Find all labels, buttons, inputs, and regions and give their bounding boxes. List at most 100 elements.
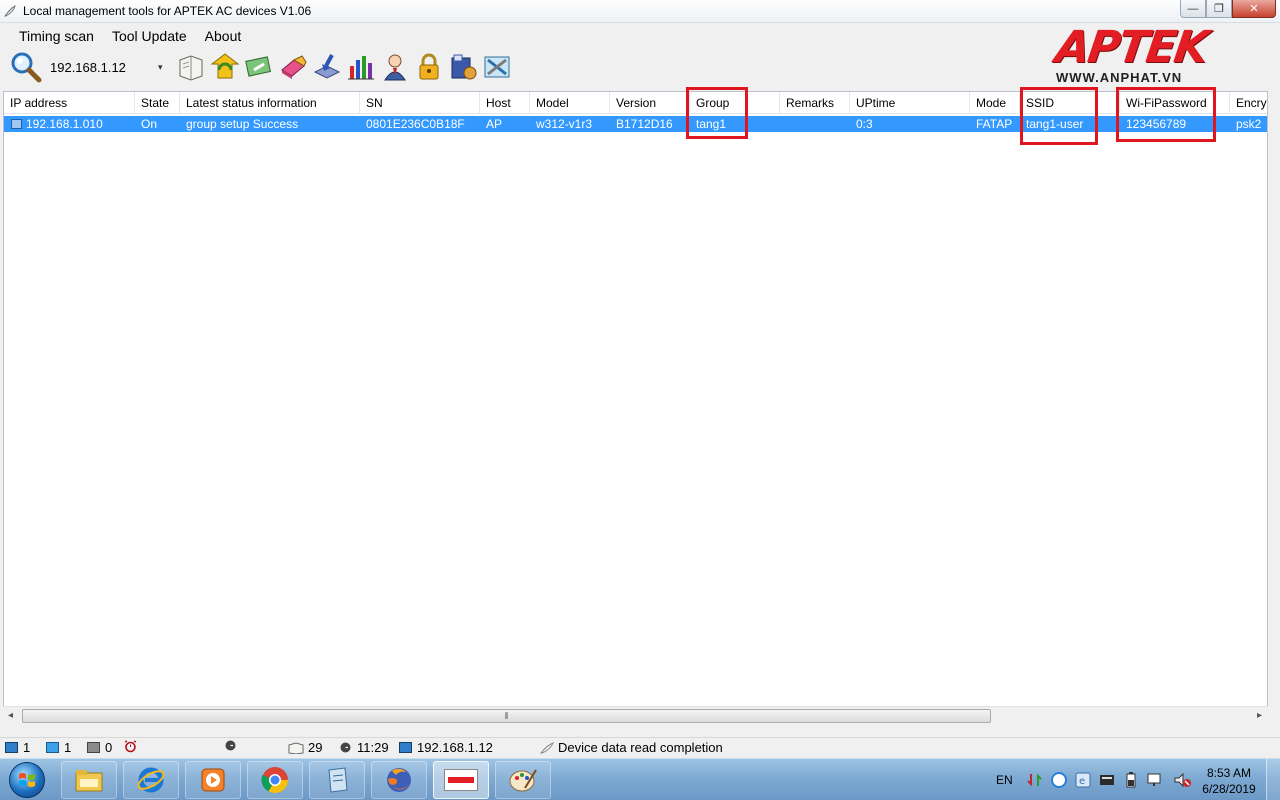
feather-icon (540, 741, 554, 753)
app-e-icon[interactable]: e (1075, 772, 1091, 788)
title-bar: Local management tools for APTEK AC devi… (0, 0, 1280, 23)
clock-date: 6/28/2019 (1202, 782, 1256, 796)
logo-url: WWW.ANPHAT.VN (1056, 70, 1183, 85)
alarm-clock-icon (124, 740, 137, 753)
network-icon[interactable] (1147, 772, 1165, 788)
taskbar: EN e 8:53 AM 6/28/2019 (0, 758, 1280, 800)
cell-host: AP (486, 117, 503, 131)
aptek-app-icon (444, 769, 478, 791)
lock-icon (419, 53, 439, 80)
cell-uptime: 0:3 (856, 117, 873, 131)
device-settings-button[interactable] (446, 50, 480, 84)
paint-icon (509, 769, 537, 792)
col-latest-status[interactable]: Latest status information (180, 92, 360, 114)
network-arrows-icon[interactable] (1027, 772, 1043, 788)
status-count: 29 (308, 740, 323, 755)
menu-bar: Timing scan Tool Update About (0, 24, 250, 48)
chat-icon[interactable] (1051, 772, 1067, 788)
firefox-icon (387, 768, 411, 792)
menu-about[interactable]: About (196, 28, 251, 44)
erase-button[interactable] (276, 50, 310, 84)
toolbar: 192.168.1.12 ▾ (8, 49, 514, 85)
timer-icon (225, 740, 236, 751)
taskbar-aptek-tool[interactable] (433, 761, 489, 799)
monitor-icon (399, 742, 412, 753)
col-state[interactable]: State (135, 92, 180, 114)
minimize-button[interactable]: — (1180, 0, 1206, 18)
install-icon (313, 54, 341, 79)
col-uptime[interactable]: UPtime (850, 92, 970, 114)
device-table[interactable]: IP address State Latest status informati… (3, 91, 1268, 724)
col-sn[interactable]: SN (360, 92, 480, 114)
col-remarks[interactable]: Remarks (780, 92, 850, 114)
cell-latest-status: group setup Success (186, 117, 299, 131)
search-icon[interactable] (8, 50, 42, 84)
taskbar-media-player[interactable] (185, 761, 241, 799)
battery-icon[interactable] (1123, 772, 1139, 788)
scroll-right-icon[interactable]: ▸ (1257, 710, 1262, 721)
col-encryption[interactable]: Encry (1230, 92, 1267, 114)
start-button[interactable] (2, 760, 52, 800)
taskbar-chrome[interactable] (247, 761, 303, 799)
taskbar-app[interactable] (309, 761, 365, 799)
clock-icon (340, 742, 351, 753)
notebook-icon (179, 55, 203, 81)
cell-remarks (780, 116, 850, 132)
chevron-down-icon[interactable]: ▾ (158, 62, 163, 73)
transfer-button[interactable] (242, 50, 276, 84)
user-button[interactable] (378, 50, 412, 84)
col-model[interactable]: Model (530, 92, 610, 114)
refresh-icon (210, 53, 240, 79)
language-indicator[interactable]: EN (996, 759, 1013, 800)
device-settings-icon (451, 54, 477, 80)
status-device-count: 1 (64, 740, 72, 755)
keyboard-icon[interactable] (1099, 772, 1115, 788)
scroll-thumb[interactable]: ⦀ (22, 709, 991, 723)
logo-mark: APTEK (1052, 22, 1211, 73)
device-monitor-icon (46, 742, 59, 753)
cell-version: B1712D16 (616, 117, 673, 131)
close-button[interactable]: ✕ (1232, 0, 1276, 18)
upgrade-button[interactable] (310, 50, 344, 84)
col-ip-address[interactable]: IP address (4, 92, 135, 114)
menu-timing-scan[interactable]: Timing scan (10, 28, 103, 44)
group-highlight (686, 87, 748, 139)
maximize-button[interactable]: ❐ (1206, 0, 1232, 18)
horizontal-scrollbar[interactable]: ◂ ⦀ ▸ (3, 706, 1268, 724)
volume-muted-icon[interactable] (1173, 772, 1191, 788)
cell-sn: 0801E236C0B18F (366, 117, 465, 131)
taskbar-explorer[interactable] (61, 761, 117, 799)
notes-button[interactable] (174, 50, 208, 84)
internet-explorer-icon (137, 767, 165, 793)
menu-tool-update[interactable]: Tool Update (103, 28, 196, 44)
lock-button[interactable] (412, 50, 446, 84)
media-player-icon (201, 768, 225, 792)
col-mode[interactable]: Mode (970, 92, 1020, 114)
tools-button[interactable] (480, 50, 514, 84)
refresh-button[interactable] (208, 50, 242, 84)
user-icon (384, 54, 406, 81)
wifi-password-highlight (1116, 87, 1216, 142)
scroll-left-icon[interactable]: ◂ (8, 710, 13, 721)
svg-text:e: e (1079, 776, 1085, 787)
status-offline-count: 0 (105, 740, 113, 755)
taskbar-paint[interactable] (495, 761, 551, 799)
ip-value: 192.168.1.12 (50, 59, 126, 75)
ssid-highlight (1020, 87, 1098, 145)
language-code: EN (996, 773, 1013, 787)
status-bar: 1 1 0 29 11:29 192.168.1.12 Device data … (0, 737, 1280, 757)
show-desktop-button[interactable] (1266, 759, 1280, 800)
taskbar-firefox[interactable] (371, 761, 427, 799)
col-version[interactable]: Version (610, 92, 690, 114)
document-app-icon (328, 767, 348, 793)
folder-icon (75, 770, 103, 792)
ip-combo[interactable]: 192.168.1.12 ▾ (8, 51, 174, 83)
window-title: Local management tools for APTEK AC devi… (23, 4, 312, 18)
taskbar-clock[interactable]: 8:53 AM 6/28/2019 (1196, 765, 1262, 797)
statistics-button[interactable] (344, 50, 378, 84)
taskbar-internet-explorer[interactable] (123, 761, 179, 799)
col-host[interactable]: Host (480, 92, 530, 114)
online-monitor-icon (5, 742, 18, 753)
eraser-icon (281, 55, 307, 79)
offline-monitor-icon (87, 742, 100, 753)
